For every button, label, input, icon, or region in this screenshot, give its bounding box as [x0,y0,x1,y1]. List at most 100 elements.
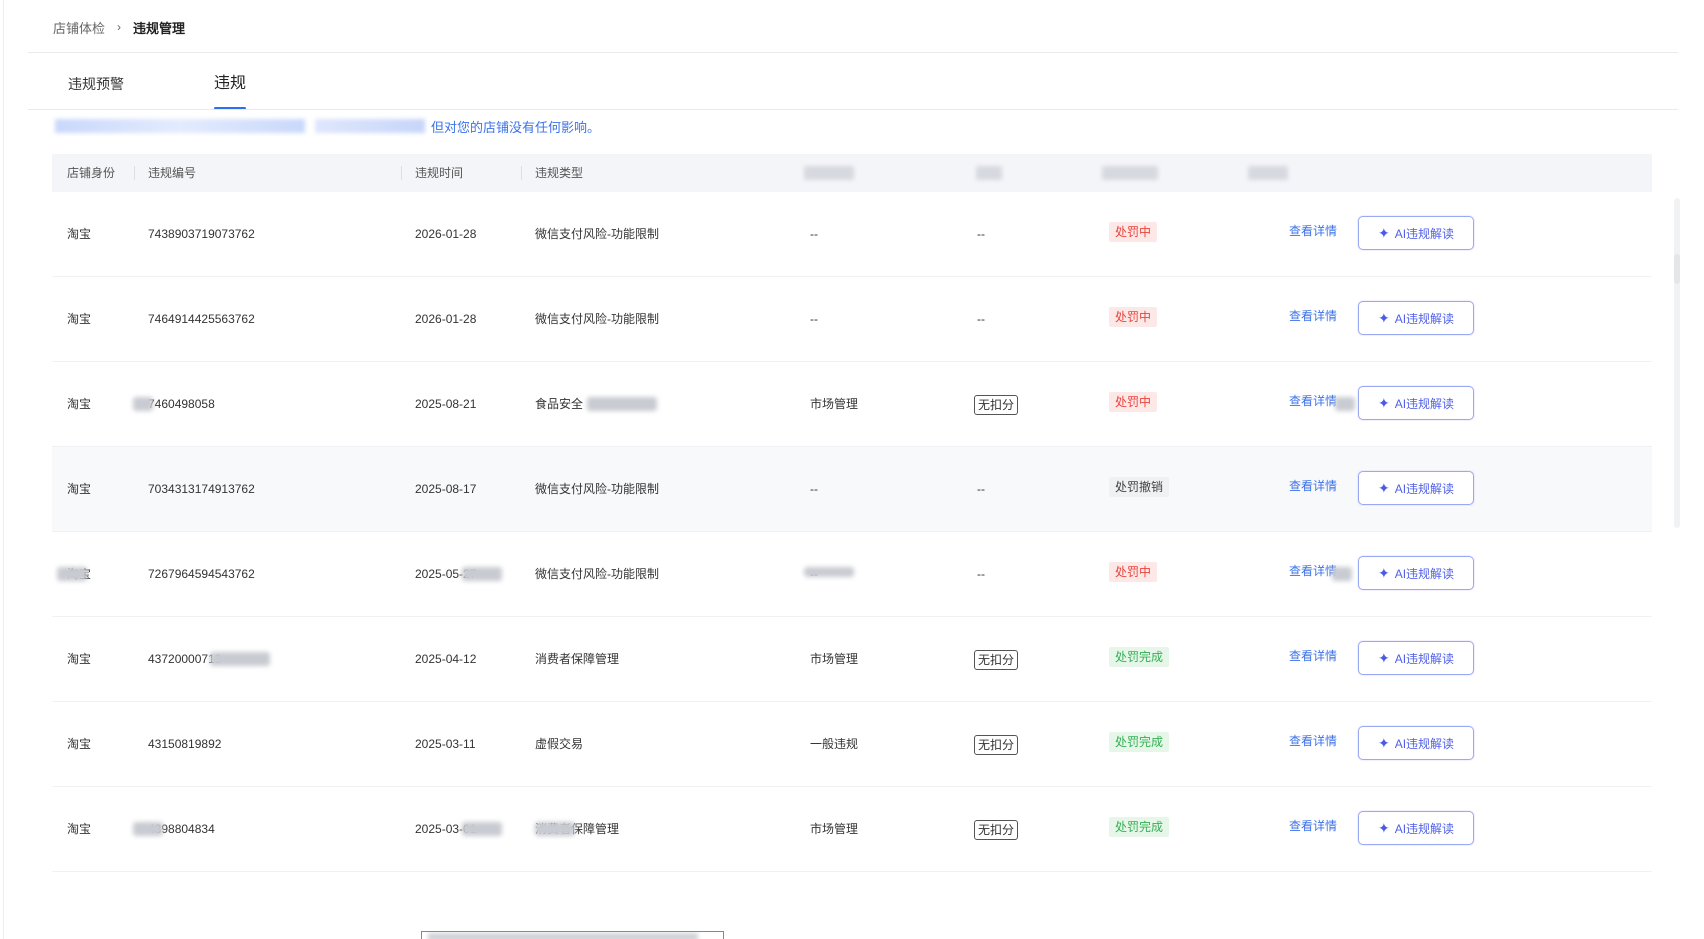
ai-interpret-label: AI违规解读 [1394,311,1455,326]
deduction-value: -- [977,312,985,326]
view-details-link[interactable]: 查看详情 [1289,222,1337,240]
ai-interpret-label: AI违规解读 [1394,736,1455,751]
table-row: 淘宝 43150819892 2025-03-11 虚假交易 一般违规 无扣分 处罚完成 查看… [52,702,1652,787]
col-violation-type-label: 违规类型 [535,166,584,180]
shop-identity: 淘宝 [67,312,92,326]
violation-level: 市场管理 [810,397,859,411]
status-badge: 处罚中 [1109,307,1158,327]
ai-interpret-button[interactable]: ✦ AI违规解读 [1358,471,1474,505]
violation-table: 店铺身份 违规编号 违规时间 违规类型 淘宝 7438903719073762 20… [52,154,1652,872]
status: 处罚中 [1109,562,1158,582]
tab-violation-warning[interactable]: 违规预警 [68,70,124,110]
violation-id: 7460498058 [148,397,215,411]
breadcrumb: 店铺体检 › 违规管理 [53,17,185,37]
shop-identity: 淘宝 [67,397,92,411]
sparkle-icon: ✦ [1377,649,1390,666]
violation-id: 7464914425563762 [148,312,255,326]
deduction: 无扣分 [974,650,1019,670]
violation-time: 2025-03-11 [415,737,476,751]
table-body: 淘宝 7438903719073762 2026-01-28 微信支付风险-功能限制 -… [52,192,1652,872]
sparkle-icon: ✦ [1377,564,1390,581]
redaction-mask [462,567,502,581]
violation-time: 2026-01-28 [415,312,477,326]
col-redacted-4 [1248,166,1288,180]
deduction-value: 无扣分 [974,820,1019,840]
redaction-mask [210,652,270,666]
violation-id: 43150819892 [148,737,222,751]
table-row: 淘宝 43720000713 2025-04-12 消费者保障管理 市场管理 无扣分 处罚完… [52,617,1652,702]
sparkle-icon: ✦ [1377,394,1390,411]
redaction-mask [462,822,502,836]
status-badge: 处罚完成 [1109,817,1170,837]
violation-management-page: 店铺体检 › 违规管理 违规预警 违规 但对您的店铺没有任何影响。 店铺身份 违… [0,0,1704,939]
violation-time: 2025-04-12 [415,652,477,666]
ai-interpret-label: AI违规解读 [1394,396,1455,411]
violation-level: 一般违规 [810,737,859,751]
view-details-link[interactable]: 查看详情 [1289,477,1337,495]
violation-type: 食品安全 [535,397,584,411]
deduction-value: -- [977,567,985,581]
table-row: 淘宝 7464914425563762 2026-01-28 微信支付风险-功能限制 -… [52,277,1652,362]
left-border [3,0,4,939]
scrollbar-track[interactable] [1674,198,1680,528]
redaction-mask [133,822,163,836]
view-details-link[interactable]: 查看详情 [1289,307,1337,325]
deduction-value: 无扣分 [974,395,1019,415]
violation-type: 微信支付风险-功能限制 [535,567,659,581]
status: 处罚撤销 [1109,477,1170,497]
redaction-mask [57,567,87,581]
deduction: -- [977,225,985,243]
status: 处罚完成 [1109,732,1170,752]
ai-interpret-button[interactable]: ✦ AI违规解读 [1358,641,1474,675]
status-badge: 处罚中 [1109,392,1158,412]
view-details-link[interactable]: 查看详情 [1289,562,1337,580]
breadcrumb-current: 违规管理 [133,20,186,36]
view-details-link[interactable]: 查看详情 [1289,647,1337,665]
status: 处罚完成 [1109,647,1170,667]
col-violation-id: 违规编号 [133,154,196,192]
breadcrumb-separator-icon: › [117,20,122,34]
col-redacted-3 [1102,166,1158,180]
tab-violation[interactable]: 违规 [214,70,247,110]
col-shop-identity: 店铺身份 [67,166,116,180]
status: 处罚中 [1109,392,1158,412]
notice-bar: 但对您的店铺没有任何影响。 [55,116,600,136]
col-redacted-2 [976,166,1002,180]
violation-level: -- [810,227,818,241]
status-badge: 处罚完成 [1109,732,1170,752]
violation-type: 虚假交易 [535,737,584,751]
notice-redacted-2 [315,119,425,133]
redaction-mask [535,822,575,836]
violation-level: 市场管理 [810,822,859,836]
notice-text: 但对您的店铺没有任何影响。 [431,119,601,135]
sparkle-icon: ✦ [1377,734,1390,751]
notice-redacted [55,119,305,133]
view-details-link[interactable]: 查看详情 [1289,732,1337,750]
ai-interpret-label: AI违规解读 [1394,226,1455,241]
scrollbar-thumb[interactable] [1674,254,1680,284]
violation-level: -- [810,312,818,326]
sparkle-icon: ✦ [1377,819,1390,836]
redaction-mask [804,567,854,577]
sparkle-icon: ✦ [1377,224,1390,241]
ai-interpret-button[interactable]: ✦ AI违规解读 [1358,811,1474,845]
deduction-value: -- [977,482,985,496]
tooltip-redacted [428,933,698,939]
shop-identity: 淘宝 [67,822,92,836]
ai-interpret-button[interactable]: ✦ AI违规解读 [1358,216,1474,250]
ai-interpret-button[interactable]: ✦ AI违规解读 [1358,556,1474,590]
view-details-link[interactable]: 查看详情 [1289,392,1337,410]
breadcrumb-shop-check[interactable]: 店铺体检 [53,18,105,37]
deduction: 无扣分 [974,820,1019,840]
redaction-mask [1332,567,1352,581]
view-details-link[interactable]: 查看详情 [1289,817,1337,835]
deduction: -- [977,310,985,328]
ai-interpret-button[interactable]: ✦ AI违规解读 [1358,386,1474,420]
deduction: -- [977,565,985,583]
ai-interpret-button[interactable]: ✦ AI违规解读 [1358,726,1474,760]
ai-interpret-label: AI违规解读 [1394,651,1455,666]
deduction: 无扣分 [974,395,1019,415]
ai-interpret-button[interactable]: ✦ AI违规解读 [1358,301,1474,335]
table-row: 淘宝 4398804834 2025-03-01 消费者保障管理 市场管理 无扣分 处罚完成… [52,787,1652,872]
sparkle-icon: ✦ [1377,309,1390,326]
